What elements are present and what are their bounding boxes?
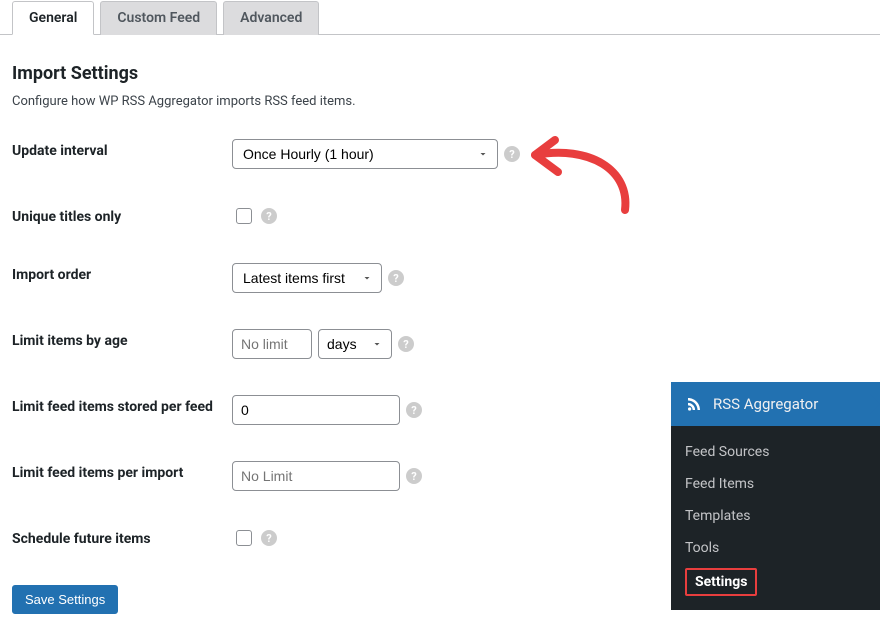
settings-tabs: General Custom Feed Advanced	[0, 0, 880, 35]
label-unique-titles: Unique titles only	[12, 205, 232, 225]
sidebar-item-templates[interactable]: Templates	[671, 500, 880, 532]
sidebar-header-rss-aggregator[interactable]: RSS Aggregator	[671, 382, 880, 426]
section-description: Configure how WP RSS Aggregator imports …	[12, 94, 868, 109]
input-limit-age-value[interactable]	[232, 329, 312, 359]
tab-custom-feed[interactable]: Custom Feed	[100, 1, 217, 35]
save-button[interactable]: Save Settings	[12, 585, 118, 614]
label-schedule-future: Schedule future items	[12, 527, 232, 547]
help-icon[interactable]: ?	[504, 146, 520, 162]
select-limit-age-unit[interactable]: days	[318, 329, 392, 359]
wp-admin-sidebar: RSS Aggregator Feed Sources Feed Items T…	[671, 382, 880, 610]
sidebar-item-feed-items[interactable]: Feed Items	[671, 468, 880, 500]
label-limit-age: Limit items by age	[12, 329, 232, 349]
sidebar-item-settings[interactable]: Settings	[671, 564, 880, 600]
rss-icon	[685, 395, 703, 413]
label-limit-stored: Limit feed items stored per feed	[12, 395, 232, 415]
help-icon[interactable]: ?	[261, 208, 277, 224]
checkbox-unique-titles[interactable]	[236, 208, 252, 224]
label-import-order: Import order	[12, 263, 232, 283]
input-limit-stored[interactable]	[232, 395, 400, 425]
sidebar-title: RSS Aggregator	[713, 395, 818, 413]
input-limit-per-import[interactable]	[232, 461, 400, 491]
help-icon[interactable]: ?	[406, 468, 422, 484]
label-limit-per-import: Limit feed items per import	[12, 461, 232, 481]
tab-general[interactable]: General	[12, 1, 94, 35]
select-update-interval[interactable]: Once Hourly (1 hour)	[232, 139, 498, 169]
select-import-order[interactable]: Latest items first	[232, 263, 382, 293]
checkbox-schedule-future[interactable]	[236, 530, 252, 546]
sidebar-item-feed-sources[interactable]: Feed Sources	[671, 436, 880, 468]
tab-advanced[interactable]: Advanced	[223, 1, 319, 35]
label-update-interval: Update interval	[12, 139, 232, 159]
sidebar-item-tools[interactable]: Tools	[671, 532, 880, 564]
help-icon[interactable]: ?	[261, 530, 277, 546]
help-icon[interactable]: ?	[406, 402, 422, 418]
section-title: Import Settings	[12, 63, 868, 84]
help-icon[interactable]: ?	[388, 270, 404, 286]
help-icon[interactable]: ?	[398, 336, 414, 352]
